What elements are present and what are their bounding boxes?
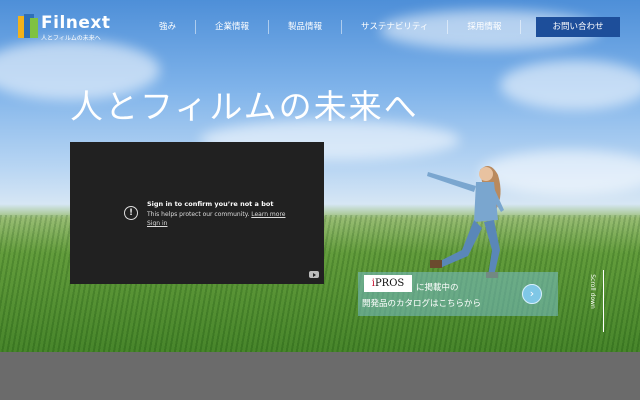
scroll-indicator[interactable]: Scroll down xyxy=(589,270,604,332)
nav-item-strengths[interactable]: 強み xyxy=(140,20,195,34)
sign-in-link[interactable]: Sign in xyxy=(147,220,167,227)
nav-item-company[interactable]: 企業情報 xyxy=(195,20,268,34)
video-message-text: This helps protect our community. xyxy=(147,211,250,218)
video-message-title: Sign in to confirm you’re not a bot xyxy=(147,200,274,208)
banner-line-1: に掲載中の xyxy=(416,283,459,293)
video-embed[interactable]: ! Sign in to confirm you’re not a bot Th… xyxy=(70,142,324,284)
nav-item-recruit[interactable]: 採用情報 xyxy=(447,20,522,34)
alert-icon: ! xyxy=(124,206,138,220)
logo-mark-icon xyxy=(18,14,38,40)
contact-button[interactable]: お問い合わせ xyxy=(536,17,620,37)
chevron-right-icon[interactable]: › xyxy=(522,284,542,304)
ipros-logo: iPROS xyxy=(364,275,412,292)
hero-headline: 人とフィルムの未来へ xyxy=(70,87,419,126)
cloud xyxy=(500,60,640,110)
nav-item-sustainability[interactable]: サステナビリティ xyxy=(341,20,447,34)
girl-running-image xyxy=(427,166,504,278)
logo-wordmark: Filnext xyxy=(41,13,111,33)
ipros-catalog-banner[interactable]: iPROS に掲載中の 開発品のカタログはこちらから › xyxy=(358,272,558,316)
scroll-label: Scroll down xyxy=(588,274,596,309)
page-bottom-band xyxy=(0,352,640,400)
youtube-icon[interactable] xyxy=(309,271,319,278)
banner-line-2: 開発品のカタログはこちらから xyxy=(362,299,482,309)
learn-more-link[interactable]: Learn more xyxy=(251,211,285,218)
video-message-body: This helps protect our community. Learn … xyxy=(147,210,287,228)
nav-item-products[interactable]: 製品情報 xyxy=(268,20,341,34)
main-nav: 強み 企業情報 製品情報 サステナビリティ 採用情報 xyxy=(140,20,522,34)
logo-tagline: 人とフィルムの未来へ xyxy=(41,35,101,42)
filnext-logo[interactable]: Filnext 人とフィルムの未来へ xyxy=(18,14,111,42)
scroll-line xyxy=(603,270,604,332)
